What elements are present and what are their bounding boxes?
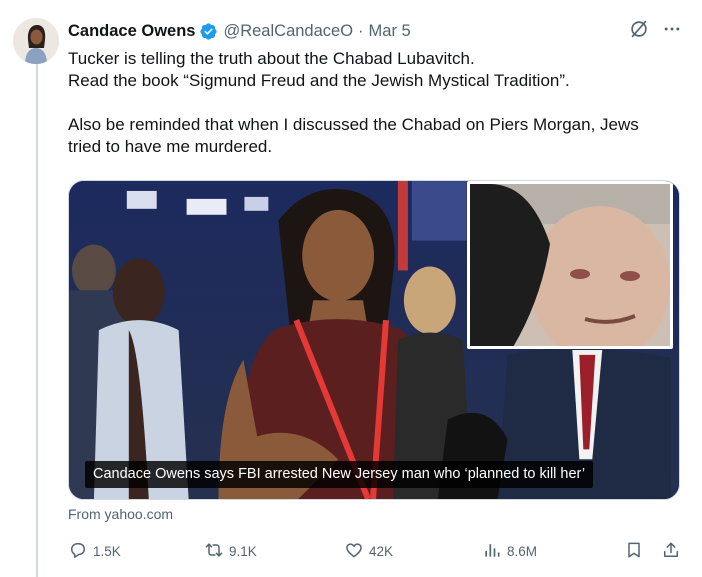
author-handle[interactable]: @RealCandaceO	[223, 22, 353, 41]
link-source[interactable]: From yahoo.com	[68, 506, 173, 522]
share-icon	[661, 540, 681, 563]
tweet-text-line: Read the book “Sigmund Freud and the Jew…	[68, 71, 570, 90]
media-card[interactable]: Candace Owens says FBI arrested New Jers…	[68, 180, 680, 500]
views-count: 8.6M	[507, 544, 538, 559]
separator-dot: ·	[358, 21, 364, 40]
tweet-header: Candace Owens @RealCandaceO · Mar 5	[68, 20, 682, 42]
more-icon[interactable]	[662, 19, 682, 44]
views-icon	[482, 540, 502, 563]
bookmark-icon	[624, 540, 644, 563]
action-bar: 1.5K 9.1K 42K 8.6M	[68, 540, 686, 562]
like-button[interactable]: 42K	[344, 540, 393, 563]
verified-badge-icon[interactable]	[199, 22, 218, 41]
tweet-text: Tucker is telling the truth about the Ch…	[68, 48, 688, 158]
grok-icon[interactable]	[628, 18, 650, 45]
thread-line	[36, 62, 38, 577]
tweet-text-line: tried to have me murdered.	[68, 137, 273, 156]
like-icon	[344, 540, 364, 563]
media-caption: Candace Owens says FBI arrested New Jers…	[85, 461, 594, 488]
like-count: 42K	[369, 544, 394, 559]
tweet-date[interactable]: Mar 5	[369, 22, 411, 41]
views-button[interactable]: 8.6M	[482, 540, 537, 563]
inset-image	[467, 181, 673, 349]
reply-count: 1.5K	[93, 544, 121, 559]
author-name[interactable]: Candace Owens	[68, 22, 195, 41]
retweet-icon	[204, 540, 224, 563]
bookmark-button[interactable]	[624, 540, 644, 563]
share-button[interactable]	[661, 540, 681, 563]
avatar[interactable]	[13, 18, 59, 64]
tweet-text-line: Also be reminded that when I discussed t…	[68, 115, 639, 134]
retweet-button[interactable]: 9.1K	[204, 540, 257, 563]
tweet-text-line: Tucker is telling the truth about the Ch…	[68, 49, 475, 68]
reply-icon	[68, 540, 88, 563]
reply-button[interactable]: 1.5K	[68, 540, 121, 563]
retweet-count: 9.1K	[229, 544, 257, 559]
